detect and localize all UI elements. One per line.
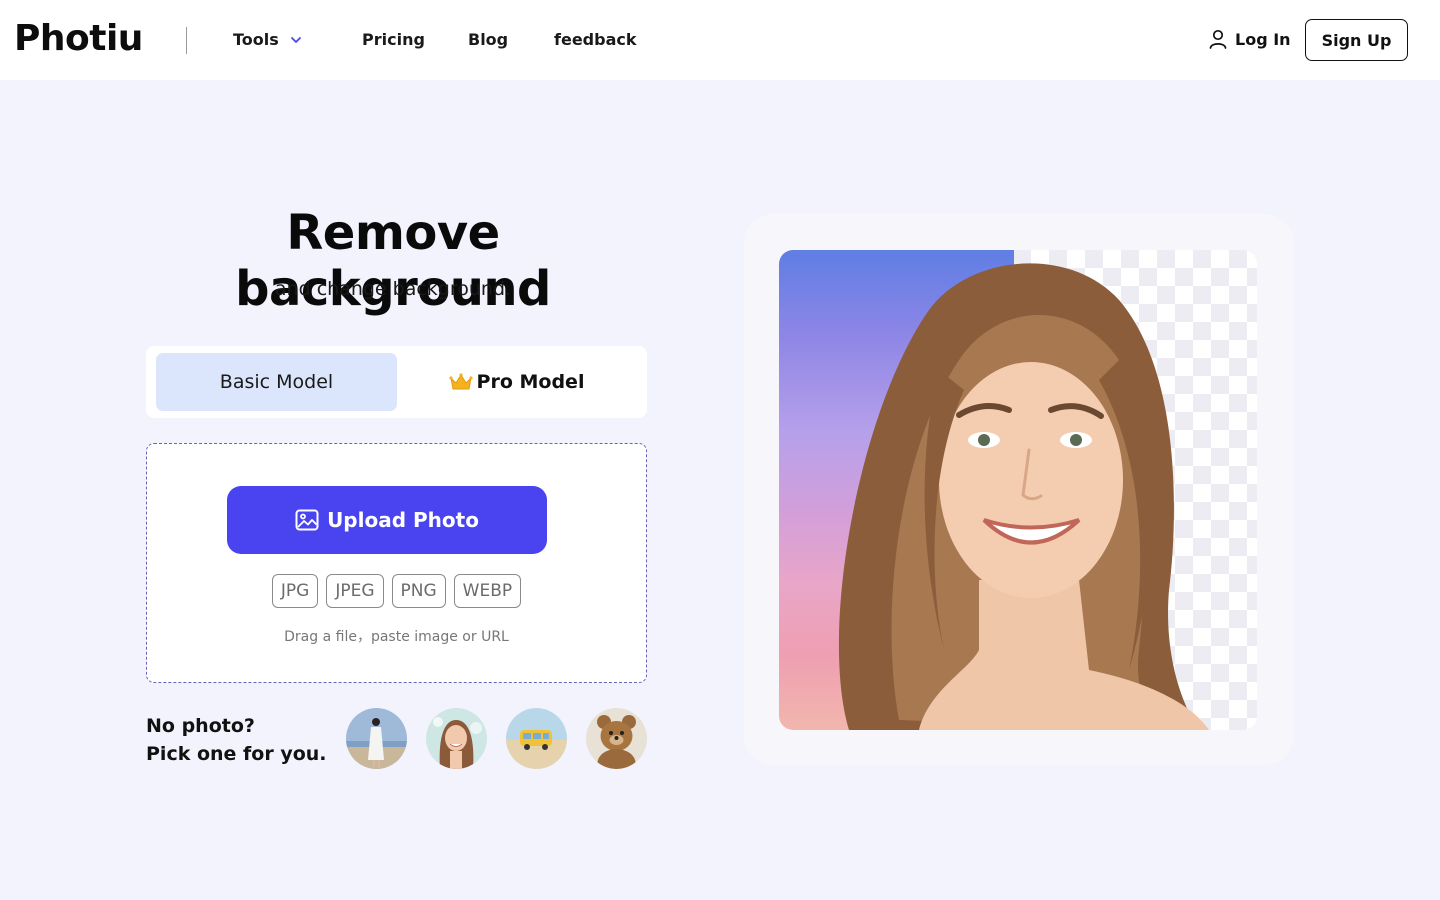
upload-photo-button[interactable]: Upload Photo [227,486,547,554]
format-badge-png: PNG [391,574,446,608]
sample-prompt-line1: No photo? [146,715,255,737]
chevron-down-icon [290,36,301,43]
woman-beach-image [346,708,407,769]
nav-divider [186,27,187,54]
sample-prompt: No photo? Pick one for you. [146,712,327,768]
nav-tools-menu[interactable]: Tools [233,30,303,49]
photiu-logo[interactable]: Photiu [14,18,143,59]
nav-pricing-link[interactable]: Pricing [362,30,425,49]
sample-van-beach-thumbnail[interactable] [506,708,567,769]
van-beach-image [506,708,567,769]
signup-button[interactable]: Sign Up [1305,19,1408,61]
login-button[interactable]: Log In [1207,28,1291,50]
pro-model-tab[interactable]: Pro Model [396,353,637,411]
crown-icon [448,373,473,390]
before-after-preview [779,250,1257,730]
nav-blog-link[interactable]: Blog [468,30,508,49]
image-icon [295,509,319,531]
teddy-bear-image [586,708,647,769]
format-badge-jpg: JPG [271,574,319,608]
sample-woman-beach-thumbnail[interactable] [346,708,407,769]
woman-portrait-preview-image [838,263,1209,730]
upload-dropzone[interactable]: Upload Photo JPG JPEG PNG WEBP Drag a fi… [146,443,647,683]
basic-model-tab[interactable]: Basic Model [156,353,397,411]
format-badges: JPG JPEG PNG WEBP [147,574,646,608]
model-selector: Basic Model Pro Model [146,346,647,418]
format-badge-jpeg: JPEG [326,574,384,608]
page-subtitle: and change background. [274,278,512,300]
upload-photo-label: Upload Photo [327,508,479,532]
user-icon [1209,29,1227,49]
woman-portrait-image [426,708,487,769]
page-title: Remove background [235,205,551,317]
nav-tools-label: Tools [233,30,279,49]
pro-model-label: Pro Model [476,371,585,393]
nav-feedback-link[interactable]: feedback [554,30,637,49]
sample-woman-portrait-thumbnail[interactable] [426,708,487,769]
sample-teddy-bear-thumbnail[interactable] [586,708,647,769]
drag-hint-text: Drag a file，paste image or URL [284,629,509,645]
top-nav-bar: Photiu Tools Pricing Blog feedback Log I… [0,0,1440,80]
format-badge-webp: WEBP [453,574,522,608]
sample-images [346,708,647,769]
login-label: Log In [1235,29,1291,49]
sample-prompt-line2: Pick one for you. [146,743,327,765]
